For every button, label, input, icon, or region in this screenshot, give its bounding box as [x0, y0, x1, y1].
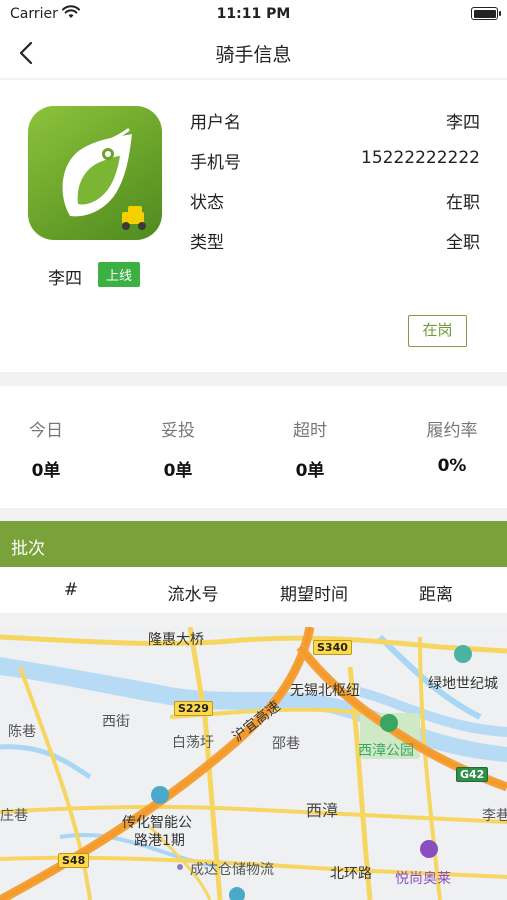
- stats-panel: 今日 0单 妥投 0单 超时 0单 履约率 0%: [0, 386, 507, 508]
- map-label-lixiang: 李巷: [482, 808, 507, 824]
- stat-label: 超时: [293, 421, 327, 441]
- map-label-hub: 无锡北枢纽: [290, 683, 360, 699]
- info-row-status: 状态 在职: [190, 188, 480, 214]
- map-view[interactable]: 隆惠大桥 无锡北枢纽 绿地世纪城 陈巷 西街 白荡圩 沪宜高速 邵巷 西漳公园 …: [0, 627, 507, 900]
- road-badge-g42: G42: [456, 767, 489, 782]
- map-label-chenxiang: 陈巷: [8, 724, 36, 740]
- map-label-greenland: 绿地世纪城: [428, 676, 498, 692]
- map-label-zhuxiang: 庄巷: [0, 808, 28, 824]
- stat-label: 妥投: [161, 421, 195, 441]
- column-header-distance: 距离: [419, 585, 453, 605]
- map-label-beihuan: 北环路: [330, 866, 372, 882]
- batch-table-header: # 流水号 期望时间 距离: [0, 567, 507, 613]
- app-logo-icon: [28, 106, 162, 240]
- status-bar: Carrier 11:11 PM: [0, 0, 507, 28]
- map-label-park: 西漳公园: [358, 743, 414, 759]
- field-label: 用户名: [190, 113, 241, 133]
- road-badge-s48: S48: [58, 853, 90, 868]
- stat-value: 0单: [163, 461, 193, 481]
- road-badge-s340: S340: [313, 640, 352, 655]
- map-label-xijie: 西街: [102, 714, 130, 730]
- stat-label: 今日: [29, 421, 63, 441]
- online-status-badge: 上线: [98, 262, 141, 287]
- stat-value: 0%: [437, 456, 467, 476]
- stat-label: 履约率: [426, 421, 478, 441]
- info-row-username: 用户名 李四: [190, 108, 480, 134]
- clock: 11:11 PM: [216, 6, 291, 22]
- stat-value: 0单: [295, 461, 325, 481]
- on-duty-button[interactable]: 在岗: [408, 315, 467, 347]
- field-value: 李四: [446, 113, 480, 133]
- stat-value: 0单: [31, 461, 61, 481]
- map-label-chuanhua-line2: 路港1期: [134, 833, 185, 849]
- field-label: 状态: [190, 193, 224, 213]
- column-header-expected-time: 期望时间: [280, 585, 348, 605]
- field-label: 类型: [190, 233, 224, 253]
- map-label-baidangyu: 白荡圩: [172, 735, 214, 751]
- column-header-serial: 流水号: [167, 585, 219, 605]
- field-value: 15222222222: [361, 148, 480, 168]
- rider-name: 李四: [48, 269, 82, 289]
- map-label-bridge: 隆惠大桥: [148, 632, 204, 648]
- page-title: 骑手信息: [215, 44, 292, 66]
- map-label-shaoxiang: 邵巷: [272, 736, 300, 752]
- map-label-xizhang: 西漳: [306, 801, 339, 820]
- info-row-type: 类型 全职: [190, 228, 480, 254]
- field-value: 在职: [446, 193, 480, 213]
- navigation-bar: 骑手信息: [0, 28, 507, 78]
- road-badge-s229: S229: [174, 701, 213, 716]
- field-label: 手机号: [190, 153, 241, 173]
- rider-profile-card: 李四 上线 用户名 李四 手机号 15222222222 状态 在职 类型 全职…: [0, 80, 507, 372]
- info-row-phone: 手机号 15222222222: [190, 148, 480, 174]
- batch-section-header: 批次: [0, 521, 507, 567]
- map-label-yueshang: 悦尚奥莱: [395, 871, 451, 887]
- map-label-chengda: 成达仓储物流: [190, 862, 274, 878]
- column-header-index: #: [63, 580, 79, 600]
- map-label-chuanhua-line1: 传化智能公: [122, 815, 192, 831]
- battery-icon: [471, 7, 501, 20]
- field-value: 全职: [446, 233, 480, 253]
